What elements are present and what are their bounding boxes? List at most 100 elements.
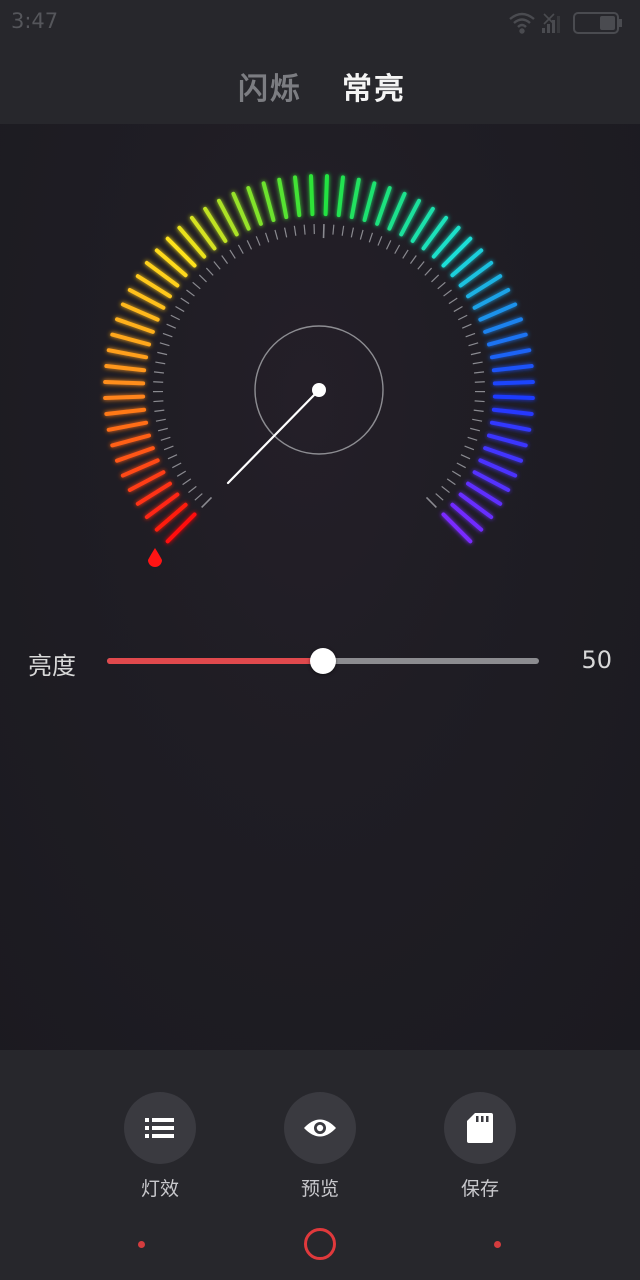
scale-tick bbox=[417, 261, 425, 270]
color-spectrum-ticks bbox=[103, 174, 535, 544]
color-tick bbox=[135, 274, 172, 299]
scale-tick bbox=[154, 409, 165, 412]
scale-tick bbox=[474, 400, 485, 403]
color-tick bbox=[487, 332, 528, 347]
color-tick bbox=[261, 181, 276, 222]
scale-tick bbox=[155, 361, 166, 365]
battery-icon bbox=[573, 12, 622, 34]
scale-tick bbox=[409, 255, 417, 264]
color-tick bbox=[472, 470, 511, 492]
scale-tick bbox=[474, 371, 485, 374]
color-dial[interactable] bbox=[0, 124, 640, 1050]
color-tick bbox=[492, 379, 535, 386]
brightness-slider-fill bbox=[107, 658, 323, 664]
scale-tick bbox=[465, 332, 476, 338]
scale-tick bbox=[443, 289, 452, 297]
scale-tick bbox=[205, 267, 214, 276]
mode-tabs: 闪烁 常亮 bbox=[0, 46, 640, 124]
scale-tick bbox=[402, 249, 409, 259]
save-button[interactable]: 保存 bbox=[430, 1092, 530, 1201]
scale-tick bbox=[472, 418, 483, 422]
color-tick bbox=[293, 175, 302, 218]
scale-tick bbox=[186, 289, 195, 297]
color-tick bbox=[110, 332, 151, 347]
scale-tick bbox=[467, 436, 478, 441]
scale-tick bbox=[172, 462, 182, 469]
scale-tick bbox=[264, 232, 270, 243]
scale-tick bbox=[453, 306, 463, 313]
color-tick bbox=[466, 481, 503, 506]
save-button-circle bbox=[444, 1092, 516, 1164]
scale-tick bbox=[446, 478, 456, 486]
scale-tick bbox=[385, 240, 392, 250]
scale-tick bbox=[341, 225, 345, 236]
color-tick bbox=[127, 470, 166, 492]
scale-tick bbox=[229, 249, 236, 259]
scale-tick bbox=[368, 232, 374, 243]
scale-tick bbox=[456, 462, 466, 469]
list-icon bbox=[145, 1118, 174, 1138]
scale-tick bbox=[176, 470, 187, 477]
tab-steady[interactable]: 常亮 bbox=[342, 64, 406, 108]
color-tick bbox=[246, 186, 263, 226]
preview-button[interactable]: 预览 bbox=[270, 1092, 370, 1201]
effects-button[interactable]: 灯效 bbox=[110, 1092, 210, 1201]
preview-button-circle bbox=[284, 1092, 356, 1164]
app-screen: 3:47 闪烁 常亮 亮度 50 灯效 预览 保存 bbox=[0, 0, 640, 1280]
scale-tick bbox=[153, 400, 164, 403]
color-tick bbox=[336, 175, 345, 218]
scale-tick bbox=[472, 361, 483, 365]
color-tick bbox=[120, 302, 160, 322]
color-tick bbox=[217, 198, 239, 237]
bottom-action-bar: 灯效 预览 保存 bbox=[0, 1050, 640, 1280]
color-tick bbox=[115, 446, 155, 463]
scale-tick bbox=[377, 236, 383, 246]
scale-tick bbox=[188, 485, 197, 494]
scale-tick bbox=[293, 225, 297, 236]
scale-tick bbox=[155, 418, 166, 422]
scale-tick bbox=[424, 267, 433, 276]
brightness-slider[interactable] bbox=[107, 648, 539, 674]
scale-tick bbox=[394, 244, 401, 254]
scale-tick bbox=[435, 493, 444, 501]
nav-dot-right[interactable] bbox=[494, 1241, 501, 1248]
scale-tick bbox=[153, 371, 164, 374]
main-panel: 亮度 50 bbox=[0, 124, 640, 1050]
scale-tick bbox=[461, 323, 472, 329]
preview-label: 预览 bbox=[300, 1178, 339, 1200]
color-tick bbox=[104, 364, 147, 373]
status-bar: 3:47 bbox=[0, 0, 640, 46]
signal-icon bbox=[542, 13, 560, 33]
nav-home-ring[interactable] bbox=[304, 1228, 336, 1260]
color-tick bbox=[106, 348, 149, 360]
scale-tick bbox=[470, 427, 481, 432]
scale-tick bbox=[255, 236, 261, 246]
scale-tick bbox=[180, 297, 190, 305]
brightness-slider-thumb[interactable] bbox=[310, 648, 336, 674]
scale-tick bbox=[213, 261, 221, 270]
scale-tick bbox=[162, 332, 173, 338]
color-tick bbox=[483, 317, 523, 334]
scale-tick bbox=[167, 454, 178, 460]
scale-tick bbox=[274, 229, 279, 240]
scale-tick bbox=[359, 229, 364, 240]
scale-tick bbox=[157, 427, 168, 432]
dial-start-marker bbox=[148, 548, 162, 567]
color-tick bbox=[231, 191, 251, 231]
color-tick bbox=[120, 458, 160, 478]
tab-blink[interactable]: 闪烁 bbox=[238, 64, 302, 108]
scale-tick bbox=[303, 224, 306, 235]
scale-tick bbox=[451, 470, 462, 477]
color-tick bbox=[399, 198, 421, 237]
effects-label: 灯效 bbox=[140, 1178, 179, 1200]
scale-tick bbox=[175, 306, 185, 313]
color-tick bbox=[375, 186, 392, 226]
scale-tick bbox=[157, 351, 168, 356]
scale-tick bbox=[332, 224, 335, 235]
nav-dot-left[interactable] bbox=[138, 1241, 145, 1248]
color-tick bbox=[491, 407, 534, 416]
color-tick bbox=[491, 364, 534, 373]
color-tick bbox=[489, 348, 532, 360]
scale-tick bbox=[431, 274, 440, 283]
color-tick bbox=[115, 317, 155, 334]
